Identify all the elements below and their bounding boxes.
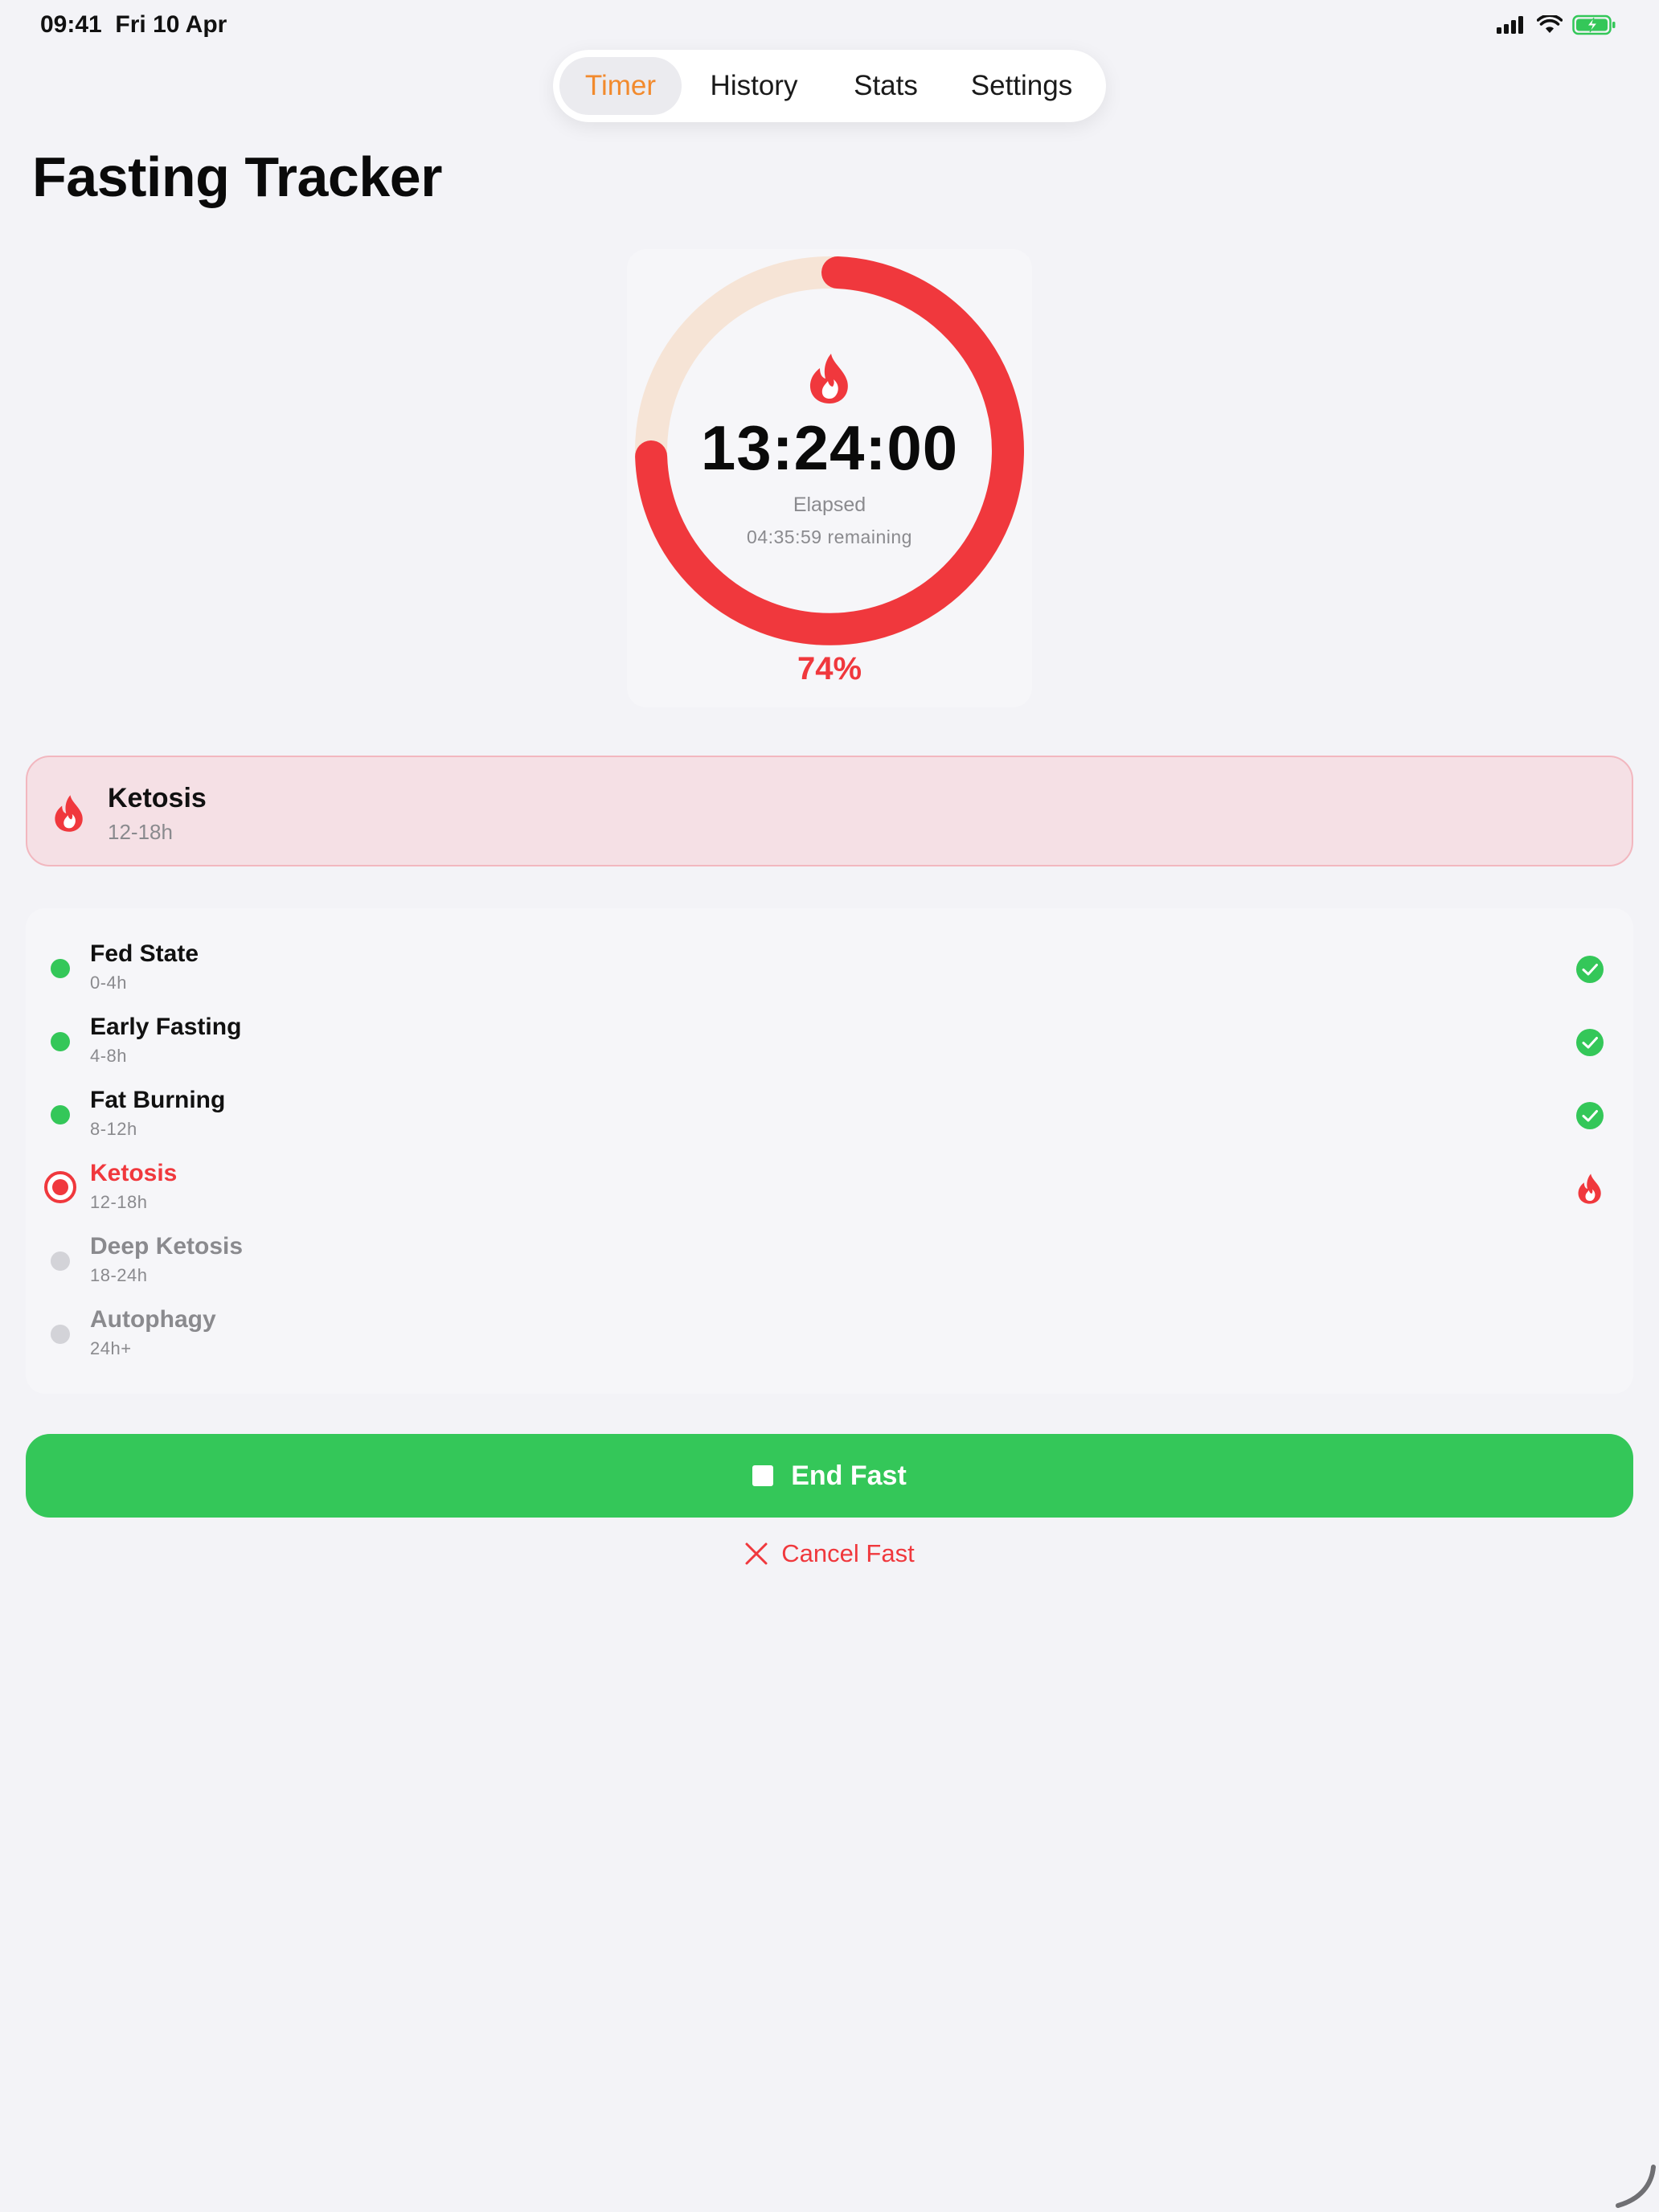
- phase-name: Fed State: [90, 940, 199, 967]
- phase-range: 18-24h: [90, 1265, 148, 1285]
- current-phase-name: Ketosis: [108, 783, 207, 813]
- phase-name: Autophagy: [90, 1306, 216, 1333]
- flame-icon: [55, 795, 83, 832]
- phase-name: Deep Ketosis: [90, 1233, 244, 1260]
- cancel-fast-label: Cancel Fast: [781, 1539, 915, 1567]
- phase-range: 8-12h: [90, 1119, 137, 1139]
- flame-icon: [1578, 1174, 1601, 1204]
- elapsed-time: 13:24:00: [700, 412, 959, 483]
- phase-range: 4-8h: [90, 1046, 128, 1066]
- phase-range: 12-18h: [90, 1192, 148, 1212]
- window-resize-handle[interactable]: [1612, 2162, 1658, 2210]
- phase-row-fed-state: Fed State 0-4h: [26, 939, 1633, 1012]
- phase-range: 24h+: [90, 1338, 132, 1358]
- close-icon: [745, 1542, 768, 1565]
- phase-row-deep-ketosis: Deep Ketosis 18-24h: [26, 1231, 1633, 1305]
- phase-name: Ketosis: [90, 1160, 178, 1186]
- phase-status-dot: [51, 1105, 70, 1124]
- current-phase-card: Ketosis 12-18h: [26, 756, 1633, 866]
- phase-range: 0-4h: [90, 973, 128, 993]
- flame-icon: [809, 354, 848, 403]
- end-fast-label: End Fast: [791, 1460, 907, 1491]
- phase-status-dot: [51, 1032, 70, 1051]
- phase-status-dot: [51, 1325, 70, 1344]
- phase-name: Early Fasting: [90, 1014, 242, 1040]
- phase-status-dot: [51, 1251, 70, 1271]
- elapsed-label: Elapsed: [793, 494, 866, 516]
- stop-icon: [752, 1465, 774, 1486]
- phase-row-early-fasting: Early Fasting 4-8h: [26, 1012, 1633, 1085]
- phase-row-ketosis: Ketosis 12-18h: [26, 1158, 1633, 1231]
- remaining-time: 04:35:59 remaining: [747, 526, 912, 547]
- phase-row-fat-burning: Fat Burning 8-12h: [26, 1085, 1633, 1158]
- cancel-fast-button[interactable]: Cancel Fast: [723, 1532, 936, 1575]
- phase-status-dot: [51, 959, 70, 978]
- phase-list: Fed State 0-4h Early Fasting 4-8h Fat Bu…: [26, 908, 1633, 1394]
- end-fast-button[interactable]: End Fast: [26, 1434, 1633, 1518]
- phase-status-dot: [44, 1171, 76, 1203]
- current-phase-range: 12-18h: [108, 820, 173, 844]
- checkmark-circle-icon: [1576, 1029, 1604, 1056]
- checkmark-circle-icon: [1576, 956, 1604, 983]
- phase-row-autophagy: Autophagy 24h+: [26, 1305, 1633, 1378]
- progress-percent: 74%: [797, 651, 862, 686]
- phase-name: Fat Burning: [90, 1087, 226, 1113]
- checkmark-circle-icon: [1576, 1102, 1604, 1129]
